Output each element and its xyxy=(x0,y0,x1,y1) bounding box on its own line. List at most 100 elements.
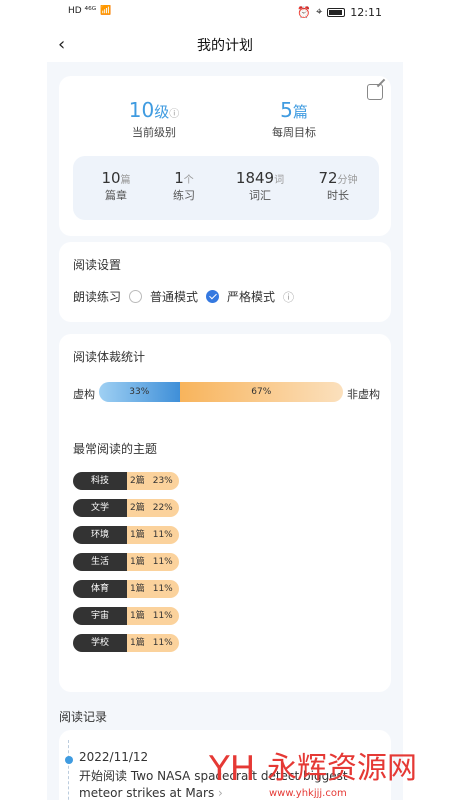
topic-name: 学校 xyxy=(73,634,127,652)
topic-stats: 1篇 11% xyxy=(127,580,179,598)
topic-item: 环境 1篇 11% xyxy=(73,526,179,544)
stat-articles: 10篇篇章 xyxy=(89,169,143,203)
topic-percent: 22% xyxy=(152,503,173,513)
topic-item: 生活 1篇 11% xyxy=(73,553,179,571)
topic-name: 体育 xyxy=(73,580,127,598)
stat-duration: 72分钟时长 xyxy=(303,169,373,203)
stat-label: 时长 xyxy=(327,189,349,202)
wifi-icon: 📶 xyxy=(100,6,112,16)
weekly-value: 5 xyxy=(280,98,293,122)
stat-value: 72 xyxy=(318,169,338,187)
stat-label: 练习 xyxy=(173,189,195,202)
topic-percent: 11% xyxy=(152,638,173,648)
stat-exercises: 1个练习 xyxy=(157,169,211,203)
level-unit: 级 xyxy=(154,103,170,121)
genre-stats-card: 阅读体裁统计 虚构 33% 67% 非虚构 最常阅读的主题 科技 2篇 23% 文学 2… xyxy=(59,334,391,692)
practice-label: 朗读练习 xyxy=(73,290,122,304)
stat-unit: 篇 xyxy=(120,175,131,186)
info-icon[interactable]: ⓘ xyxy=(169,109,179,120)
normal-mode-label[interactable]: 普通模式 xyxy=(150,288,198,305)
topic-name: 生活 xyxy=(73,553,127,571)
topic-stats: 2篇 22% xyxy=(127,499,179,517)
strict-mode-label[interactable]: 严格模式 xyxy=(227,288,275,305)
nonfiction-segment: 67% xyxy=(179,382,343,402)
topic-count: 1篇 xyxy=(130,638,145,648)
genre-title: 阅读体裁统计 xyxy=(73,350,146,364)
battery-icon xyxy=(327,7,346,17)
stat-value: 10 xyxy=(101,169,121,187)
topic-name: 科技 xyxy=(73,472,127,490)
edit-icon[interactable] xyxy=(367,84,383,100)
genre-bar: 33% 67% xyxy=(99,382,343,402)
stats-panel: 10篇篇章 1个练习 1849词 词汇 72分钟时长 xyxy=(73,156,379,220)
status-left: HD ⁴⁶ᴳ 📶 xyxy=(68,6,111,16)
level-value: 10 xyxy=(128,98,155,122)
stat-unit: 分钟 xyxy=(337,175,358,186)
status-right: ⏰ ⌖ 12:11 xyxy=(297,5,382,19)
timeline-dot xyxy=(65,756,73,764)
topic-percent: 11% xyxy=(152,530,173,540)
svg-text:永辉资源网: 永辉资源网 xyxy=(267,751,417,786)
topic-item: 宇宙 1篇 11% xyxy=(73,607,179,625)
page-title: 我的计划 xyxy=(197,38,253,54)
reading-mode-row: 朗读练习 普通模式 严格模式 ⓘ xyxy=(73,288,294,305)
topic-count: 1篇 xyxy=(130,530,145,540)
topics-title: 最常阅读的主题 xyxy=(73,442,158,456)
svg-text:www.yhkjjj.com: www.yhkjjj.com xyxy=(269,788,347,799)
settings-title: 阅读设置 xyxy=(73,258,122,272)
normal-mode-radio[interactable] xyxy=(129,290,143,303)
topic-stats: 1篇 11% xyxy=(127,553,179,571)
network-indicators: HD ⁴⁶ᴳ xyxy=(68,6,97,16)
topic-percent: 11% xyxy=(152,557,173,567)
topic-stats: 1篇 11% xyxy=(127,634,179,652)
topic-count: 1篇 xyxy=(130,557,145,567)
level-label: 当前级别 xyxy=(132,126,176,139)
stat-words: 1849词 词汇 xyxy=(223,169,297,203)
topic-name: 环境 xyxy=(73,526,127,544)
weekly-unit: 篇 xyxy=(292,103,308,121)
weekly-label: 每周目标 xyxy=(272,126,316,139)
stat-value: 1 xyxy=(174,169,184,187)
content: 10级ⓘ 当前级别 5篇 每周目标 10篇 篇章 1个 练习 1849词 词汇 72分… xyxy=(47,62,403,800)
record-prefix: 开始阅读 xyxy=(79,769,128,783)
topic-item: 学校 1篇 11% xyxy=(73,634,179,652)
topic-stats: 1篇 11% xyxy=(127,607,179,625)
stat-unit: 词 xyxy=(274,175,285,186)
topic-count: 1篇 xyxy=(130,611,145,621)
topic-item: 科技 2篇 23% xyxy=(73,472,179,490)
nonfiction-label: 非虚构 xyxy=(347,388,380,401)
records-title: 阅读记录 xyxy=(59,710,108,724)
topic-item: 文学 2篇 22% xyxy=(73,499,179,517)
strict-mode-radio[interactable] xyxy=(206,290,220,303)
topic-item: 体育 1篇 11% xyxy=(73,580,179,598)
weekly-goal: 5篇 每周目标 xyxy=(249,98,339,140)
header: ‹ 我的计划 xyxy=(0,26,450,62)
fiction-label: 虚构 xyxy=(73,388,95,401)
timeline-line xyxy=(68,740,69,800)
svg-text:YH: YH xyxy=(208,749,255,789)
topic-count: 2篇 xyxy=(130,503,145,513)
stat-value: 1849 xyxy=(235,169,275,187)
topic-stats: 1篇 11% xyxy=(127,526,179,544)
topic-percent: 23% xyxy=(152,476,173,486)
topic-name: 宇宙 xyxy=(73,607,127,625)
location-icon: ⌖ xyxy=(316,5,323,18)
plan-card: 10级ⓘ 当前级别 5篇 每周目标 10篇 篇章 1个 练习 1849词 词汇 72分… xyxy=(59,76,391,236)
clock: 12:11 xyxy=(350,5,382,19)
stat-label: 词汇 xyxy=(249,189,271,202)
topic-count: 1篇 xyxy=(130,584,145,594)
reading-settings-card: 阅读设置 朗读练习 普通模式 严格模式 ⓘ xyxy=(59,242,391,322)
stat-label: 篇章 xyxy=(105,189,127,202)
topic-stats: 2篇 23% xyxy=(127,472,179,490)
info-icon[interactable]: ⓘ xyxy=(283,289,294,305)
stat-unit: 个 xyxy=(183,175,194,186)
watermark-logo: YH 永辉资源网 www.yhkjjj.com xyxy=(208,749,417,799)
alarm-icon: ⏰ xyxy=(297,5,312,19)
topic-percent: 11% xyxy=(152,611,173,621)
status-bar: HD ⁴⁶ᴳ 📶 ⏰ ⌖ 12:11 xyxy=(0,0,450,26)
fiction-segment: 33% xyxy=(99,382,180,402)
current-level: 10级ⓘ 当前级别 xyxy=(109,98,199,140)
topic-count: 2篇 xyxy=(130,476,145,486)
record-date: 2022/11/12 xyxy=(79,750,149,764)
topic-percent: 11% xyxy=(152,584,173,594)
